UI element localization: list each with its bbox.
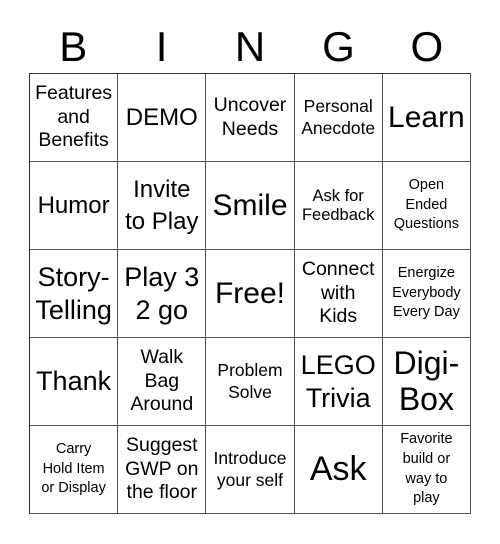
bingo-cell[interactable]: Humor xyxy=(30,162,119,250)
bingo-cell[interactable]: Personal Anecdote xyxy=(294,74,383,162)
header-letter-g: G xyxy=(322,23,355,70)
bingo-cell[interactable]: Favorite build or way to play xyxy=(382,426,471,514)
bingo-cell[interactable]: Features and Benefits xyxy=(30,74,119,162)
bingo-cell[interactable]: Introduce your self xyxy=(206,426,295,514)
bingo-cell[interactable]: Ask for Feedback xyxy=(294,162,383,250)
bingo-cell[interactable]: Play 3 2 go xyxy=(118,250,207,338)
bingo-cell[interactable]: Problem Solve xyxy=(206,338,295,426)
header-letter-n: N xyxy=(234,23,266,70)
header-letter-o: O xyxy=(410,23,444,70)
bingo-cell[interactable]: Connect with Kids xyxy=(294,250,383,338)
free-space[interactable]: Free! xyxy=(206,250,295,338)
bingo-cell[interactable]: Smile xyxy=(206,162,295,250)
bingo-cell[interactable]: Ask xyxy=(294,426,383,514)
bingo-cell[interactable]: Digi- Box xyxy=(382,338,471,426)
bingo-cell[interactable]: Open Ended Questions xyxy=(382,162,471,250)
bingo-cell[interactable]: Energize Everybody Every Day xyxy=(382,250,471,338)
bingo-header: B I N G O xyxy=(29,22,471,72)
bingo-cell[interactable]: Carry Hold Item or Display xyxy=(30,426,119,514)
bingo-grid: Features and Benefits DEMO Uncover Needs… xyxy=(29,73,471,514)
header-letter-i: I xyxy=(155,23,168,70)
bingo-cell[interactable]: Story- Telling xyxy=(30,250,119,338)
bingo-cell[interactable]: LEGO Trivia xyxy=(294,338,383,426)
bingo-cell[interactable]: Learn xyxy=(382,74,471,162)
bingo-cell[interactable]: Walk Bag Around xyxy=(118,338,207,426)
bingo-cell[interactable]: DEMO xyxy=(118,74,207,162)
bingo-cell[interactable]: Thank xyxy=(30,338,119,426)
bingo-cell[interactable]: Suggest GWP on the floor xyxy=(118,426,207,514)
bingo-cell[interactable]: Invite to Play xyxy=(118,162,207,250)
bingo-cell[interactable]: Uncover Needs xyxy=(206,74,295,162)
header-letter-b: B xyxy=(59,23,88,70)
